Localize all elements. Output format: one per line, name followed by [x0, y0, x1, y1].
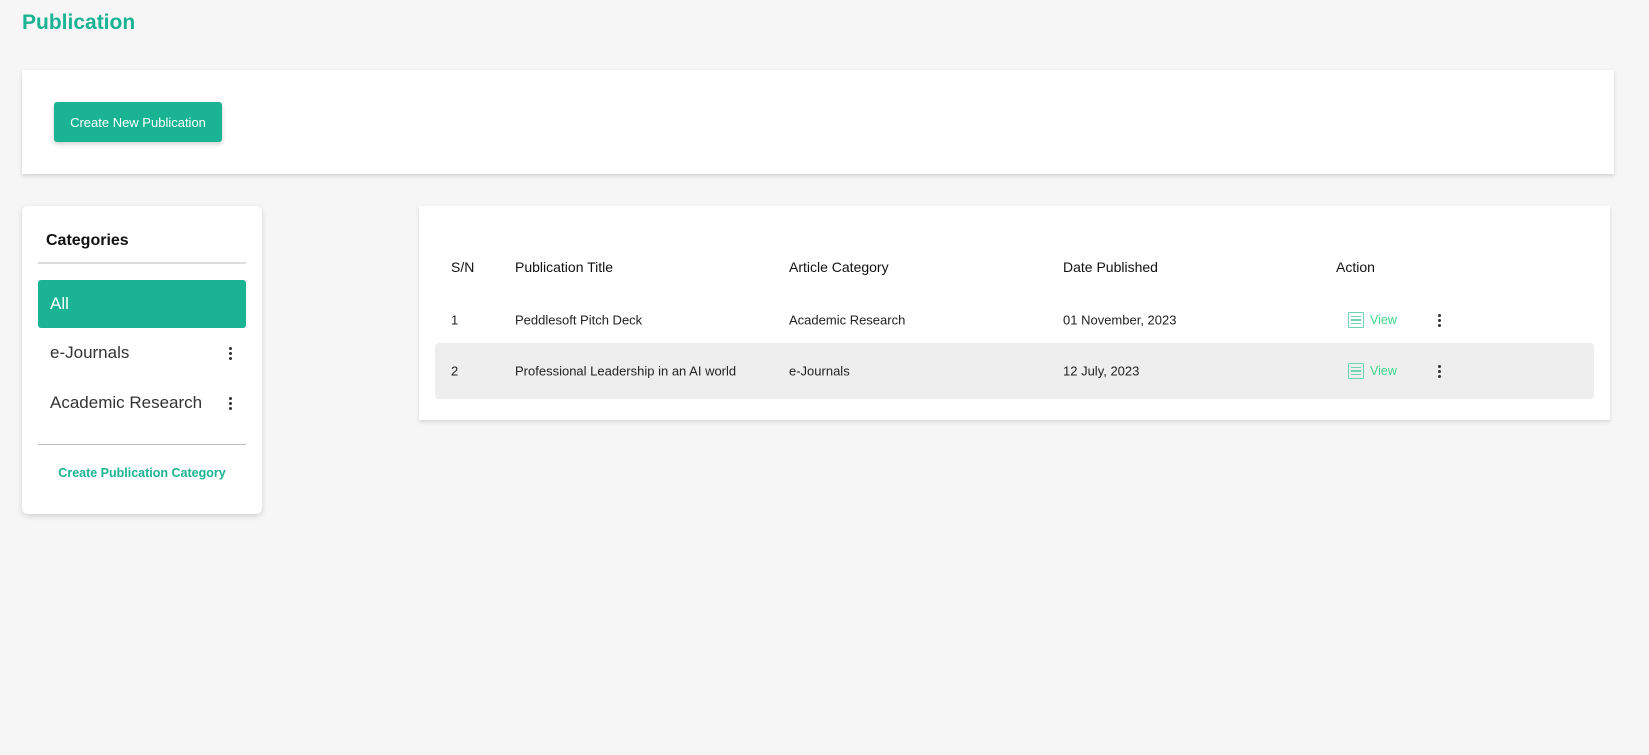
- view-label: View: [1370, 364, 1397, 378]
- category-item-academic-research[interactable]: Academic Research: [38, 379, 246, 427]
- column-header-category: Article Category: [789, 259, 889, 275]
- cell-title: Peddlesoft Pitch Deck: [515, 312, 643, 328]
- category-label: Academic Research: [50, 393, 203, 412]
- cell-category: e-Journals: [789, 363, 850, 379]
- column-header-sn: S/N: [451, 259, 475, 275]
- kebab-menu-icon[interactable]: [1429, 310, 1449, 330]
- categories-title: Categories: [46, 232, 129, 249]
- kebab-menu-icon[interactable]: [220, 393, 240, 413]
- divider: [38, 444, 246, 445]
- create-category-link[interactable]: Create Publication Category: [22, 466, 262, 480]
- column-header-action: Action: [1336, 259, 1375, 275]
- column-header-date: Date Published: [1063, 259, 1158, 275]
- cell-title: Professional Leadership in an AI world: [515, 363, 737, 379]
- page-title: Publication: [22, 11, 136, 34]
- view-label: View: [1370, 313, 1397, 327]
- table-row: 2 Professional Leadership in an AI world…: [435, 343, 1594, 399]
- view-button[interactable]: View: [1348, 363, 1397, 379]
- document-icon: [1348, 363, 1364, 379]
- categories-panel: Categories All e-Journals Academic Resea…: [22, 206, 262, 514]
- cell-date: 12 July, 2023: [1063, 363, 1140, 379]
- table-row: 1 Peddlesoft Pitch Deck Academic Researc…: [435, 292, 1594, 348]
- publications-table: S/N Publication Title Article Category D…: [419, 206, 1610, 420]
- create-publication-button[interactable]: Create New Publication: [54, 102, 222, 142]
- category-item-e-journals[interactable]: e-Journals: [38, 329, 246, 377]
- kebab-menu-icon[interactable]: [220, 343, 240, 363]
- cell-sn: 1: [451, 312, 459, 328]
- category-label: All: [50, 294, 69, 313]
- category-label: e-Journals: [50, 343, 130, 362]
- document-icon: [1348, 312, 1364, 328]
- cell-date: 01 November, 2023: [1063, 312, 1177, 328]
- cell-category: Academic Research: [789, 312, 906, 328]
- category-item-all[interactable]: All: [38, 280, 246, 328]
- column-header-title: Publication Title: [515, 259, 614, 275]
- toolbar-card: Create New Publication: [22, 70, 1614, 174]
- kebab-menu-icon[interactable]: [1429, 361, 1449, 381]
- cell-sn: 2: [451, 363, 459, 379]
- divider: [38, 262, 246, 264]
- view-button[interactable]: View: [1348, 312, 1397, 328]
